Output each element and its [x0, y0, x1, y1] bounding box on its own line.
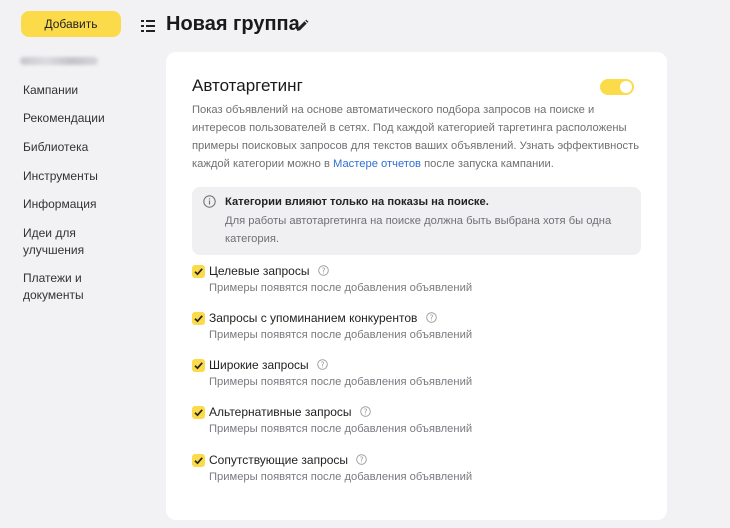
page-title: Новая группа	[166, 13, 300, 35]
svg-text:?: ?	[363, 407, 367, 416]
help-icon[interactable]: ?	[317, 359, 328, 370]
list-icon[interactable]	[141, 20, 155, 32]
svg-text:?: ?	[321, 360, 325, 369]
info-icon	[203, 195, 216, 208]
option-alternative-queries: Альтернативные запросы ? Примеры появятс…	[192, 405, 632, 441]
option-hint: Примеры появятся после добавления объявл…	[209, 376, 473, 388]
sidebar-item-library[interactable]: Библиотека	[23, 139, 133, 156]
checkbox-related-queries[interactable]	[192, 454, 205, 467]
checkbox-competitor-queries[interactable]	[192, 312, 205, 325]
help-icon[interactable]: ?	[356, 454, 368, 465]
checkbox-alternative-queries[interactable]	[192, 406, 205, 419]
check-icon	[194, 362, 203, 370]
autotargeting-card: Автотаргетинг Показ объявлений на основе…	[166, 52, 667, 520]
info-title: Категории влияют только на показы на пои…	[225, 196, 489, 208]
option-hint: Примеры появятся после добавления объявл…	[209, 329, 473, 341]
toggle-knob	[620, 81, 632, 93]
description-text-end: после запуска кампании.	[421, 158, 554, 170]
option-target-queries: Целевые запросы ? Примеры появятся после…	[192, 264, 632, 300]
autotargeting-description: Показ объявлений на основе автоматическо…	[192, 101, 642, 173]
account-name-blurred[interactable]	[20, 57, 98, 65]
check-icon	[194, 409, 203, 417]
svg-text:?: ?	[321, 266, 325, 275]
sidebar-item-ideas[interactable]: Идеи для улучшения	[23, 225, 103, 259]
card-title: Автотаргетинг	[192, 76, 303, 95]
option-label[interactable]: Целевые запросы	[209, 264, 309, 278]
option-broad-queries: Широкие запросы ? Примеры появятся после…	[192, 358, 632, 394]
info-notice: Категории влияют только на показы на пои…	[192, 187, 641, 255]
check-icon	[194, 315, 203, 323]
help-icon[interactable]: ?	[360, 406, 371, 417]
add-button[interactable]: Добавить	[21, 11, 121, 37]
sidebar-item-payments[interactable]: Платежи и документы	[23, 270, 103, 304]
sidebar-item-tools[interactable]: Инструменты	[23, 168, 133, 185]
sidebar: Добавить Кампании Рекомендации Библиотек…	[0, 0, 150, 528]
help-icon[interactable]: ?	[425, 312, 437, 323]
svg-text:?: ?	[429, 313, 433, 322]
info-text: Для работы автотаргетинга на поиске долж…	[225, 215, 612, 245]
autotargeting-toggle[interactable]	[600, 79, 634, 95]
option-hint: Примеры появятся после добавления объявл…	[209, 471, 473, 483]
sidebar-item-campaigns[interactable]: Кампании	[23, 82, 133, 99]
option-label[interactable]: Широкие запросы	[209, 358, 309, 372]
option-hint: Примеры появятся после добавления объявл…	[209, 423, 473, 435]
check-icon	[194, 268, 203, 276]
pencil-icon[interactable]	[295, 19, 309, 33]
option-label[interactable]: Сопутствующие запросы	[209, 453, 348, 467]
check-icon	[194, 457, 203, 465]
checkbox-target-queries[interactable]	[192, 265, 205, 278]
help-icon[interactable]: ?	[318, 265, 329, 276]
option-related-queries: Сопутствующие запросы ? Примеры появятся…	[192, 453, 632, 489]
sidebar-item-information[interactable]: Информация	[23, 196, 133, 213]
option-competitor-queries: Запросы с упоминанием конкурентов ? Прим…	[192, 311, 632, 347]
checkbox-broad-queries[interactable]	[192, 359, 205, 372]
option-label[interactable]: Запросы с упоминанием конкурентов	[209, 311, 417, 325]
option-hint: Примеры появятся после добавления объявл…	[209, 282, 473, 294]
report-wizard-link[interactable]: Мастере отчетов	[333, 158, 421, 170]
option-label[interactable]: Альтернативные запросы	[209, 405, 352, 419]
sidebar-item-recommendations[interactable]: Рекомендации	[23, 110, 133, 127]
svg-text:?: ?	[360, 455, 364, 464]
